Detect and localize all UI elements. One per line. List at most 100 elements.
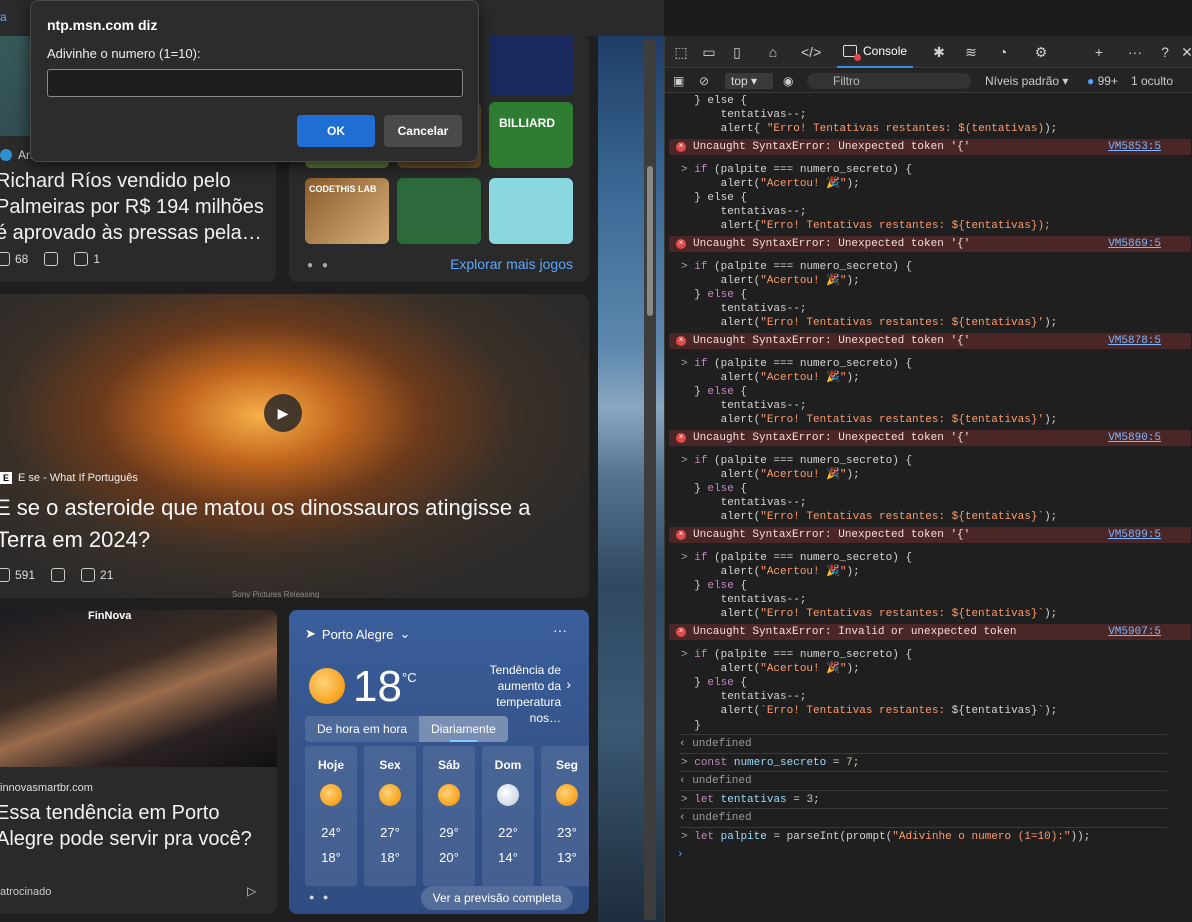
source-logo-icon: E [0, 472, 12, 484]
prompt-dialog: ntp.msn.com diz Adivinhe o numero (1=10)… [30, 0, 479, 162]
more-tools-icon[interactable]: ··· [1125, 42, 1145, 62]
video-title[interactable]: E se o asteroide que matou os dinossauro… [0, 492, 576, 556]
day-high: 23° [557, 825, 577, 840]
console-error[interactable]: × Uncaught SyntaxError: Invalid or unexpe… [669, 623, 1191, 640]
day-forecast[interactable]: Hoje 24° 18° [305, 746, 357, 886]
settings-cog-icon[interactable]: ⚙ [1031, 42, 1051, 62]
sidebar-toggle-icon[interactable]: ▣ [673, 73, 684, 89]
like-button[interactable]: 591 [0, 568, 35, 582]
carousel-dots[interactable]: ● ● [307, 260, 331, 271]
welcome-home-icon[interactable]: ⌂ [763, 42, 783, 62]
source-link[interactable]: VM5853:5 [1108, 139, 1161, 155]
clear-console-icon[interactable]: ⊘ [699, 73, 709, 89]
dialog-input[interactable] [47, 69, 463, 97]
comment-count: 1 [93, 252, 101, 266]
console-error[interactable]: × Uncaught SyntaxError: Unexpected token … [669, 429, 1191, 446]
game-tile-chess[interactable]: CODETHIS LAB [305, 178, 389, 244]
game-tile-billiard[interactable]: BILLIARD [489, 102, 573, 168]
source-link[interactable]: VM5878:5 [1108, 333, 1161, 349]
tab-daily[interactable]: Diariamente [419, 716, 508, 742]
news-title[interactable]: Richard Ríos vendido pelo Palmeiras por … [0, 168, 268, 246]
sunny-icon [438, 784, 460, 806]
performance-gauge-icon[interactable]: ◔ [993, 42, 1013, 62]
filter-input[interactable]: Filtro [807, 73, 971, 89]
source-link[interactable]: VM5899:5 [1108, 527, 1161, 543]
console-code-line: > let palpite = parseInt(prompt("Adivinh… [681, 831, 1091, 844]
thumbs-up-icon [0, 252, 10, 266]
console-prompt[interactable]: › [665, 848, 1192, 862]
more-options-icon[interactable]: ··· [553, 622, 567, 638]
explore-games-link[interactable]: Explorar mais jogos [450, 256, 573, 272]
thumbs-down-icon [44, 252, 59, 266]
tab-hourly[interactable]: De hora em hora [305, 716, 419, 742]
dislike-button[interactable] [44, 252, 59, 266]
game-tile-label: CODETHIS LAB [309, 184, 377, 194]
elements-tab-icon[interactable]: </> [801, 42, 821, 62]
temperature-unit[interactable]: °C [402, 670, 417, 685]
ad-title[interactable]: Essa tendência em Porto Alegre pode serv… [0, 800, 271, 852]
play-icon[interactable]: ▶ [264, 394, 302, 432]
day-forecast[interactable]: Seg 23° 13° [541, 746, 589, 886]
sources-bug-icon[interactable]: ✱ [929, 42, 949, 62]
console-code-line: alert("Acertou! 🎉"); [681, 468, 860, 481]
tab-console[interactable]: Console [837, 36, 914, 68]
error-icon: × [676, 141, 686, 152]
live-expression-eye-icon[interactable]: ◉ [783, 73, 793, 89]
comment-button[interactable]: 21 [81, 568, 113, 582]
source-link[interactable]: VM5907:5 [1108, 624, 1161, 640]
chevron-right-icon[interactable]: › [566, 676, 571, 692]
devtools-panel: ⬚ ▭ ▯ ⌂ </> Console ✱ ≋ ◔ ⚙ + ··· ? ✕ ▣ … [664, 36, 1192, 922]
day-low: 18° [380, 850, 400, 865]
console-error[interactable]: × Uncaught SyntaxError: Unexpected token … [669, 138, 1191, 155]
weather-location[interactable]: ➤ Porto Alegre ⌄ [305, 626, 410, 642]
add-tab-plus-icon[interactable]: + [1089, 42, 1109, 62]
day-forecast[interactable]: Sáb 29° 20° [423, 746, 475, 886]
scrollbar-thumb[interactable] [647, 166, 653, 316]
console-code-line: } else { [681, 483, 748, 495]
comment-button[interactable]: 1 [74, 252, 100, 266]
video-actions: 591 21 [0, 568, 113, 582]
source-link[interactable]: VM5890:5 [1108, 430, 1161, 446]
log-levels-dropdown[interactable]: Níveis padrão ▾ [985, 73, 1068, 89]
top-link[interactable]: a [0, 10, 7, 24]
close-icon[interactable]: ✕ [1177, 42, 1192, 62]
game-tile-blocks[interactable] [489, 36, 573, 96]
console-error[interactable]: × Uncaught SyntaxError: Unexpected token … [669, 526, 1191, 543]
console-tab-label: Console [863, 44, 908, 58]
day-forecast[interactable]: Sex 27° 18° [364, 746, 416, 886]
issues-icon: ● [1087, 74, 1095, 88]
issues-badge[interactable]: ● 99+ [1087, 73, 1118, 89]
dislike-button[interactable] [51, 568, 66, 582]
like-button[interactable]: 68 [0, 252, 28, 266]
full-forecast-button[interactable]: Ver a previsão completa [421, 886, 573, 910]
network-wifi-icon[interactable]: ≋ [961, 42, 981, 62]
console-code-line: alert("Erro! Tentativas restantes: ${ten… [681, 511, 1058, 524]
dock-icon[interactable]: ▯ [727, 42, 747, 62]
console-result: ‹ undefined [679, 775, 752, 787]
context-selector[interactable]: top ▾ [725, 73, 773, 89]
console-code-line: alert("Erro! Tentativas restantes: ${ten… [681, 414, 1058, 427]
ad-choices-icon[interactable]: ▷ [247, 884, 256, 898]
like-count: 591 [15, 568, 36, 582]
console-error[interactable]: × Uncaught SyntaxError: Unexpected token … [669, 235, 1191, 252]
game-tile-mahjong[interactable] [397, 178, 481, 244]
day-forecast[interactable]: Dom 22° 14° [482, 746, 534, 886]
device-toolbar-icon[interactable]: ▭ [699, 42, 719, 62]
cancel-button[interactable]: Cancelar [384, 115, 462, 147]
help-icon[interactable]: ? [1155, 42, 1175, 62]
console-error[interactable]: × Uncaught SyntaxError: Unexpected token … [669, 332, 1191, 349]
console-output[interactable]: } else { tentativas--; alert{ "Erro! Ten… [665, 94, 1192, 922]
day-name: Sáb [437, 758, 460, 772]
ad-card[interactable]: FinNova innovasmartbr.com Essa tendência… [0, 610, 277, 914]
game-tile-doctor[interactable] [489, 178, 573, 244]
video-card-asteroid[interactable]: ▶ E E se - What If Português E se o aste… [0, 294, 589, 598]
result-arrow-icon: ‹ [679, 775, 693, 787]
devtools-toolbar: ⬚ ▭ ▯ ⌂ </> Console ✱ ≋ ◔ ⚙ + ··· ? ✕ [665, 36, 1192, 68]
error-icon: × [676, 626, 686, 637]
console-code-line: > if (palpite === numero_secreto) { [681, 454, 913, 467]
carousel-dots[interactable]: ● ● [309, 892, 331, 902]
inspect-icon[interactable]: ⬚ [671, 42, 691, 62]
ok-button[interactable]: OK [297, 115, 375, 147]
day-low: 18° [321, 850, 341, 865]
source-link[interactable]: VM5869:5 [1108, 236, 1161, 252]
